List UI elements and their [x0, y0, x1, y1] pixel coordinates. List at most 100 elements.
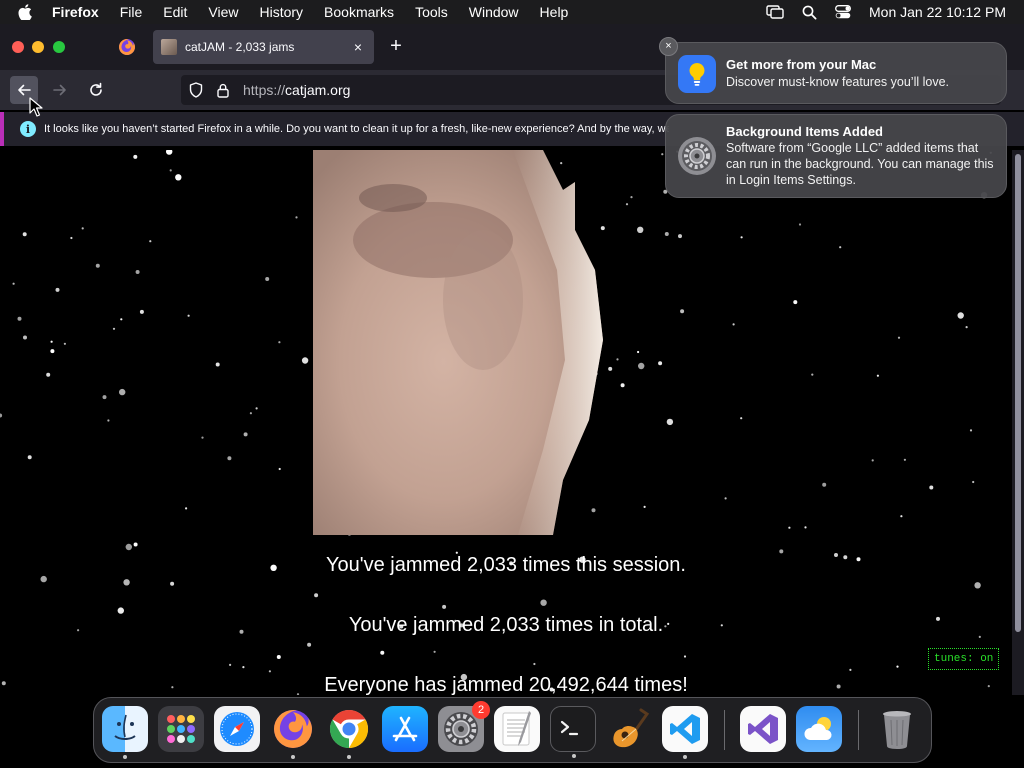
menu-bar-clock[interactable]: Mon Jan 22 10:12 PM	[869, 4, 1006, 20]
star-dot	[798, 223, 802, 226]
dock-visual-studio[interactable]	[740, 706, 786, 752]
star-dot	[229, 663, 232, 667]
star-dot	[133, 154, 138, 159]
star-dot	[0, 413, 3, 418]
reload-button[interactable]	[82, 76, 110, 104]
menu-tools[interactable]: Tools	[415, 4, 448, 20]
star-dot	[740, 236, 743, 239]
star-dot	[788, 526, 791, 529]
star-dot	[779, 549, 784, 554]
info-icon: i	[20, 121, 36, 137]
star-dot	[896, 665, 899, 668]
dock-system-settings[interactable]: 2	[438, 701, 490, 752]
forward-button[interactable]	[46, 76, 74, 104]
star-dot	[929, 485, 934, 490]
star-dot	[50, 340, 53, 343]
url-host: catjam.org	[285, 82, 351, 98]
scrollbar-thumb[interactable]	[1015, 154, 1021, 632]
lightbulb-icon	[678, 55, 716, 93]
star-dot	[243, 432, 248, 437]
star-dot	[643, 505, 646, 508]
control-center-icon[interactable]	[835, 5, 851, 19]
tracking-protection-shield-icon[interactable]	[189, 82, 207, 98]
url-text[interactable]: https://catjam.org	[243, 82, 350, 98]
star-dot	[265, 277, 270, 281]
garageband-guitar-icon	[613, 708, 650, 748]
star-dot	[740, 417, 743, 420]
dock-app-store[interactable]	[382, 706, 428, 752]
dock-textedit[interactable]	[494, 706, 540, 752]
notification-tips[interactable]: Get more from your Mac Discover must-kno…	[665, 42, 1007, 104]
menu-view[interactable]: View	[208, 4, 238, 20]
menu-bookmarks[interactable]: Bookmarks	[324, 4, 394, 20]
firefox-icon	[274, 710, 312, 748]
visual-studio-icon	[748, 714, 778, 744]
menu-edit[interactable]: Edit	[163, 4, 187, 20]
star-dot	[666, 418, 674, 426]
trash-can-icon	[883, 711, 911, 749]
star-dot	[380, 650, 385, 655]
notification-body: Software from “Google LLC” added items t…	[726, 141, 994, 187]
star-dot	[55, 287, 60, 292]
menu-window[interactable]: Window	[469, 4, 519, 20]
dock-trash[interactable]	[874, 706, 920, 752]
spotlight-search-icon[interactable]	[802, 5, 817, 20]
star-dot	[793, 300, 798, 305]
jamming-cat-image[interactable]	[313, 150, 603, 535]
window-zoom-button[interactable]	[53, 41, 65, 53]
dock-firefox[interactable]	[270, 706, 316, 759]
star-dot	[307, 642, 312, 647]
star-dot	[95, 263, 100, 268]
screen-mirroring-icon[interactable]	[766, 5, 784, 19]
notification-background-items[interactable]: Background Items Added Software from “Go…	[665, 114, 1007, 198]
page-scrollbar[interactable]	[1012, 150, 1024, 695]
tunes-toggle[interactable]: tunes: on	[928, 648, 1000, 670]
menu-history[interactable]: History	[259, 4, 303, 20]
chrome-icon	[329, 709, 369, 749]
apple-menu-icon[interactable]	[18, 4, 40, 20]
star-dot	[175, 174, 182, 181]
star-dot	[166, 150, 173, 155]
dock-finder[interactable]	[102, 706, 148, 759]
terminal-prompt-icon	[560, 720, 579, 736]
dock-terminal[interactable]	[550, 706, 596, 758]
notification-close-button[interactable]: ×	[659, 37, 678, 56]
dock-weather[interactable]	[796, 706, 842, 752]
pinned-tab-firefox[interactable]	[110, 32, 144, 62]
star-dot	[638, 362, 645, 370]
star-dot	[125, 543, 132, 551]
star-dot	[12, 282, 15, 285]
star-dot	[724, 497, 727, 500]
star-dot	[637, 226, 644, 233]
url-scheme: https://	[243, 82, 286, 98]
star-dot	[23, 335, 27, 340]
dock-google-chrome[interactable]	[326, 706, 372, 759]
star-dot	[974, 582, 981, 589]
arrow-right-icon	[53, 84, 66, 96]
menu-help[interactable]: Help	[540, 4, 569, 20]
star-dot	[876, 374, 880, 377]
star-dot	[314, 593, 319, 598]
macos-dock: 2	[93, 697, 932, 763]
active-tab-catjam[interactable]: catJAM - 2,033 jams ×	[153, 30, 374, 64]
dock-launchpad[interactable]	[158, 706, 204, 752]
running-indicator	[683, 755, 687, 759]
star-dot	[81, 227, 84, 230]
dock-garageband[interactable]	[606, 706, 652, 752]
star-dot	[149, 240, 152, 243]
window-close-button[interactable]	[12, 41, 24, 53]
tab-close-button[interactable]: ×	[348, 39, 368, 55]
catjam-favicon	[161, 39, 177, 55]
new-tab-button[interactable]: +	[386, 36, 406, 58]
star-dot	[278, 467, 281, 471]
window-minimize-button[interactable]	[32, 41, 44, 53]
notification-body: Discover must-know features you’ll love.	[726, 75, 949, 89]
menu-app-name[interactable]: Firefox	[52, 4, 99, 20]
star-dot	[268, 670, 271, 673]
lock-icon[interactable]	[217, 83, 233, 98]
dock-visual-studio-code[interactable]	[662, 706, 708, 759]
star-dot	[637, 350, 640, 354]
menu-file[interactable]: File	[120, 4, 143, 20]
dock-safari[interactable]	[214, 706, 260, 752]
launchpad-grid-icon	[167, 715, 195, 743]
